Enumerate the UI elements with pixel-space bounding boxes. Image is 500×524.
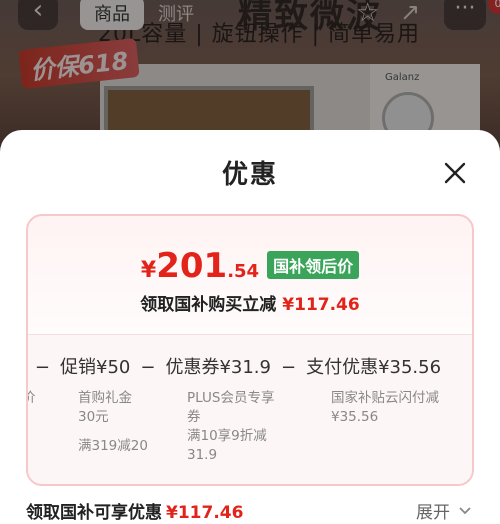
discount-breakdown[interactable]: 19 − 促销¥50 − 优惠券¥31.9 − 支付优惠¥35.56 价 首购礼… <box>28 334 472 484</box>
subsidy-amount: ¥117.46 <box>282 295 360 315</box>
close-icon[interactable] <box>440 158 470 188</box>
price-decimal: .54 <box>227 261 260 282</box>
price-card: ¥201.54 国补领后价 领取国补购买立减¥117.46 19 − 促销¥50… <box>26 214 474 486</box>
breakdown-item-payment: 支付优惠¥35.56 <box>306 357 442 378</box>
breakdown-detail-coupon: PLUS会员专享 券 满10享9折减 31.9 <box>187 389 297 465</box>
detail-line: 满319减20 <box>78 438 148 454</box>
subsidy-line: 领取国补购买立减 ¥117.46 <box>28 290 472 315</box>
minus-sign: − <box>34 357 50 378</box>
subsidy-summary-amount: ¥117.46 <box>166 503 244 523</box>
breakdown-detail-payment: 国家补贴云闪付减 ¥35.56 <box>331 389 471 427</box>
price-currency: ¥ <box>140 258 157 283</box>
detail-line: 31.9 <box>187 447 218 463</box>
final-price: ¥201.54 <box>141 246 259 286</box>
detail-line: 券 <box>187 409 201 425</box>
minus-sign: − <box>280 357 297 378</box>
expand-label: 展开 <box>416 503 450 523</box>
final-price-row: ¥201.54 国补领后价 <box>28 246 472 286</box>
breakdown-item-promotion: 促销¥50 <box>60 357 131 378</box>
product-page-background: Galanz 20L容量 | 旋钮操作 | 简单易用 价保618 精致微波 ‹ … <box>0 0 500 150</box>
detail-line: 满10享9折减 <box>187 428 267 444</box>
detail-line: 30元 <box>78 409 109 425</box>
breakdown-item-coupon: 优惠券¥31.9 <box>165 357 271 378</box>
breakdown-detail: 价 <box>28 389 52 408</box>
detail-line: 首购礼金 <box>78 390 132 406</box>
price-tag: 国补领后价 <box>267 251 360 279</box>
breakdown-detail-promotion: 首购礼金 30元 满319减20 <box>78 389 168 456</box>
subsidy-text: 领取国补购买立减 <box>140 295 277 315</box>
subsidy-summary-label: 领取国补可享优惠 <box>26 503 162 523</box>
price-integer: 201 <box>156 246 228 286</box>
breakdown-formula: 19 − 促销¥50 − 优惠券¥31.9 − 支付优惠¥35.56 <box>28 353 442 379</box>
chevron-down-icon <box>459 506 471 514</box>
detail-line: 国家补贴云闪付减 <box>331 390 439 406</box>
detail-line: PLUS会员专享 <box>187 390 275 406</box>
subsidy-summary: 领取国补可享优惠 ¥117.46 <box>26 498 243 523</box>
detail-line: 价 <box>28 389 52 408</box>
discount-sheet: 优惠 ¥201.54 国补领后价 领取国补购买立减¥117.46 19 − 促销… <box>0 130 500 524</box>
minus-sign: − <box>140 357 156 378</box>
detail-line: ¥35.56 <box>331 409 379 425</box>
expand-button[interactable]: 展开 <box>416 498 472 523</box>
modal-overlay[interactable] <box>0 0 500 150</box>
sheet-title: 优惠 <box>221 160 278 190</box>
